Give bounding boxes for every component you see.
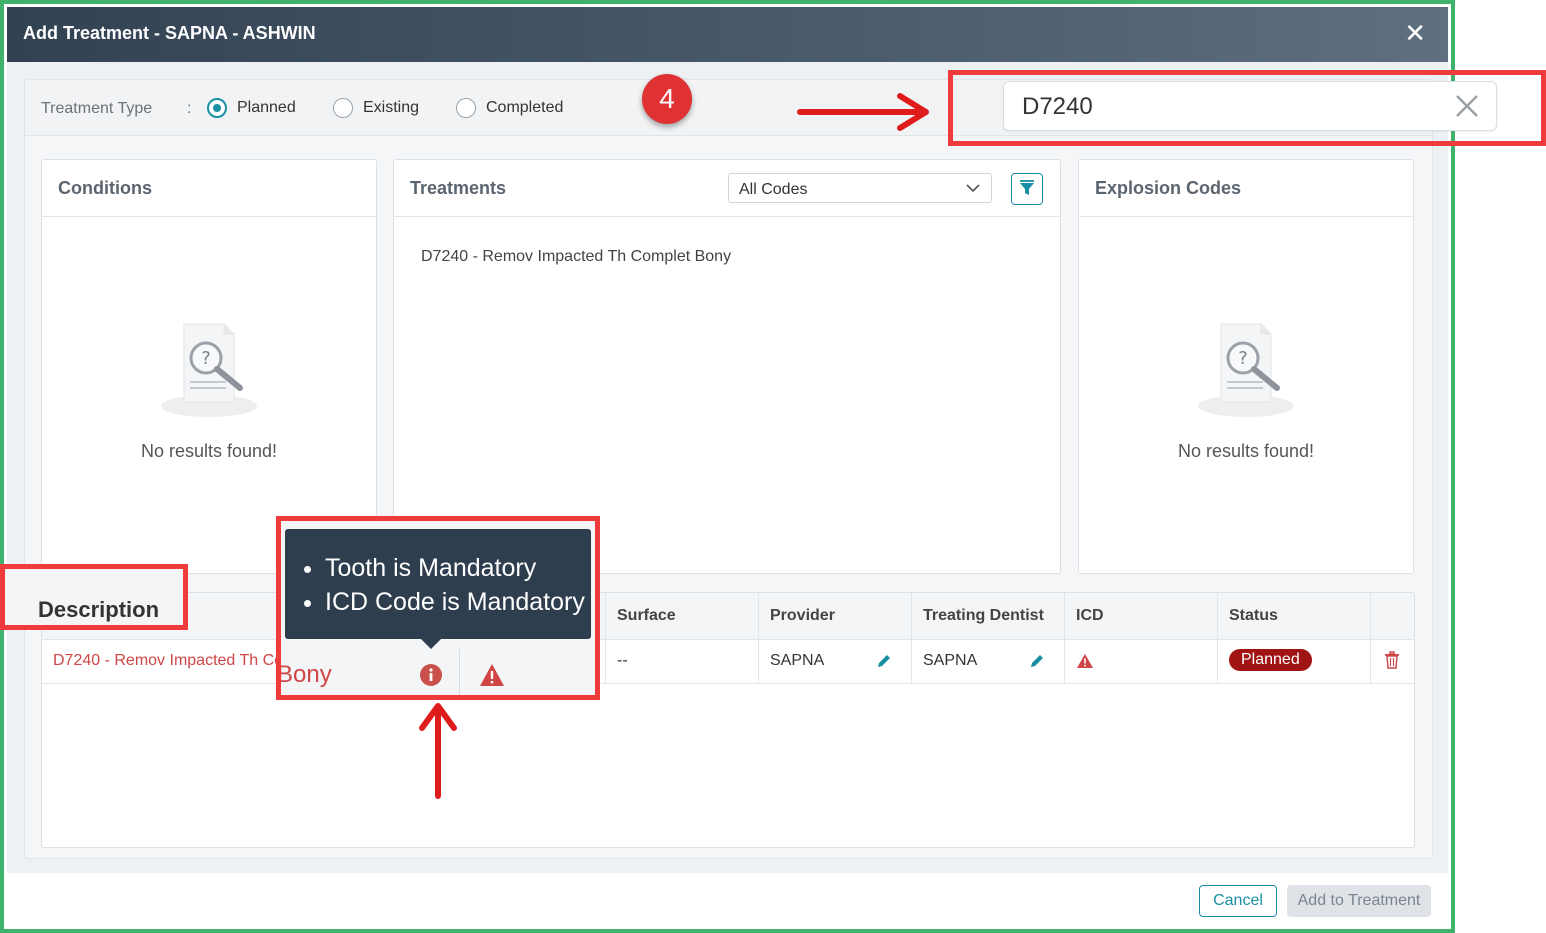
radio-planned-label: Planned bbox=[237, 99, 296, 116]
treatments-panel: Treatments All Codes D7240 - Remov Impac… bbox=[393, 159, 1061, 574]
header-icd: ICD bbox=[1076, 607, 1104, 624]
filter-icon bbox=[1020, 180, 1034, 195]
arrow-up-icon bbox=[419, 703, 457, 799]
description-header-highlight: Description bbox=[0, 564, 188, 630]
svg-text:?: ? bbox=[201, 348, 211, 369]
close-icon[interactable]: ✕ bbox=[1404, 19, 1426, 47]
tooltip-tail bbox=[421, 639, 441, 649]
cancel-button[interactable]: Cancel bbox=[1199, 885, 1277, 917]
tooltip-callout: Tooth is Mandatory ICD Code is Mandatory… bbox=[276, 516, 600, 700]
validation-tooltip: Tooth is Mandatory ICD Code is Mandatory bbox=[285, 529, 591, 649]
header-description: Description bbox=[38, 597, 160, 622]
panel-divider bbox=[42, 216, 376, 217]
radio-existing-label: Existing bbox=[363, 99, 420, 116]
panel-divider bbox=[394, 216, 1060, 217]
svg-text:?: ? bbox=[1238, 348, 1248, 369]
conditions-title: Conditions bbox=[58, 178, 152, 198]
radio-planned[interactable]: Planned bbox=[207, 96, 296, 120]
modal-content: Treatment Type : Planned Existing Comple… bbox=[24, 79, 1433, 859]
radio-unchecked-icon bbox=[333, 98, 353, 118]
row-treating-dentist: SAPNA bbox=[923, 652, 978, 669]
search-highlight-box bbox=[948, 70, 1546, 146]
arrow-right-icon bbox=[797, 93, 929, 131]
header-surface: Surface bbox=[617, 607, 676, 624]
zoomed-description-text: Bony bbox=[277, 661, 332, 688]
radio-completed-label: Completed bbox=[486, 99, 564, 116]
table-row: D7240 - Remov Impacted Th Co -- SAPNA SA… bbox=[42, 639, 1414, 684]
edit-provider-icon[interactable] bbox=[875, 652, 893, 670]
radio-completed[interactable]: Completed bbox=[456, 96, 563, 120]
row-surface: -- bbox=[617, 652, 628, 669]
treatments-title: Treatments bbox=[410, 178, 507, 198]
row-description[interactable]: D7240 - Remov Impacted Th Co bbox=[53, 652, 283, 670]
status-badge: Planned bbox=[1229, 649, 1312, 671]
row-provider: SAPNA bbox=[770, 652, 825, 669]
modal-footer: Cancel Add to Treatment bbox=[7, 873, 1448, 929]
panel-divider bbox=[1079, 216, 1413, 217]
treatment-table: Surface Provider Treating Dentist ICD St… bbox=[41, 592, 1415, 848]
header-provider: Provider bbox=[770, 607, 835, 624]
treatment-list-item[interactable]: D7240 - Remov Impacted Th Complet Bony bbox=[421, 248, 731, 266]
warning-icon[interactable] bbox=[479, 663, 505, 687]
table-header: Surface Provider Treating Dentist ICD St… bbox=[42, 593, 1414, 640]
add-to-treatment-button[interactable]: Add to Treatment bbox=[1287, 885, 1431, 917]
treatment-type-label: Treatment Type bbox=[41, 100, 153, 117]
tooltip-message: Tooth is Mandatory bbox=[325, 551, 591, 585]
warning-icon[interactable] bbox=[1076, 653, 1094, 669]
column-divider bbox=[459, 649, 460, 695]
explosion-empty-state: ? No results found! bbox=[1079, 318, 1413, 462]
radio-unchecked-icon bbox=[456, 98, 476, 118]
conditions-panel: Conditions ? No results found! bbox=[41, 159, 377, 574]
explosion-codes-title: Explosion Codes bbox=[1095, 178, 1242, 198]
modal-header: Add Treatment - SAPNA - ASHWIN ✕ bbox=[7, 7, 1448, 62]
header-treating-dentist: Treating Dentist bbox=[923, 607, 1044, 624]
radio-existing[interactable]: Existing bbox=[333, 96, 419, 120]
header-status: Status bbox=[1229, 607, 1278, 624]
filter-button[interactable] bbox=[1011, 173, 1043, 205]
trash-icon[interactable] bbox=[1384, 651, 1400, 669]
explosion-codes-panel: Explosion Codes ? No results found! bbox=[1078, 159, 1414, 574]
no-results-icon: ? bbox=[161, 323, 257, 417]
treatment-type-separator: : bbox=[187, 100, 192, 117]
modal-title: Add Treatment - SAPNA - ASHWIN bbox=[23, 23, 316, 43]
codes-filter-value: All Codes bbox=[739, 181, 808, 198]
no-results-icon: ? bbox=[1198, 323, 1294, 417]
edit-treating-dentist-icon[interactable] bbox=[1028, 652, 1046, 670]
radio-checked-icon bbox=[207, 98, 227, 118]
explosion-empty-text: No results found! bbox=[1177, 441, 1315, 461]
conditions-empty-state: ? No results found! bbox=[42, 318, 376, 462]
tooltip-message: ICD Code is Mandatory bbox=[325, 585, 591, 619]
codes-filter-dropdown[interactable]: All Codes bbox=[728, 173, 992, 203]
step-badge: 4 bbox=[642, 74, 692, 124]
chevron-down-icon bbox=[966, 184, 980, 193]
info-icon[interactable] bbox=[419, 663, 443, 687]
conditions-empty-text: No results found! bbox=[140, 441, 278, 461]
